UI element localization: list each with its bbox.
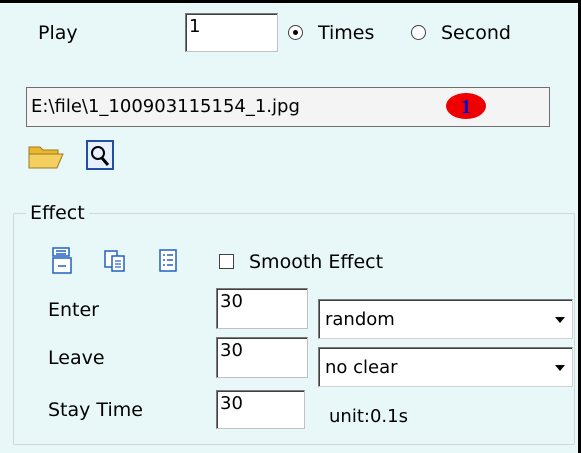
play-label: Play [38,22,78,44]
smooth-effect-checkbox[interactable] [219,254,234,269]
times-radio-dot [293,30,298,35]
times-radio[interactable] [288,25,303,40]
second-label[interactable]: Second [441,22,511,44]
copy-effect-icon[interactable] [104,249,126,273]
stay-time-input[interactable]: 30 [216,390,305,429]
unit-label: unit:0.1s [329,406,408,427]
leave-effect-value: no clear [325,357,398,378]
play-count-input[interactable]: 1 [185,13,278,52]
effect-group-title: Effect [26,201,89,225]
list-effect-icon[interactable] [158,249,178,273]
preview-magnifier-icon[interactable] [86,140,114,170]
leave-effect-select[interactable]: no clear [318,347,573,387]
top-border [0,0,581,3]
enter-label: Enter [48,299,99,321]
enter-effect-value: random [325,309,395,330]
badge-number: 1 [461,96,471,118]
enter-effect-select[interactable]: random [318,299,573,339]
item-number-badge: 1 [446,93,486,119]
stay-time-label: Stay Time [48,399,143,421]
chevron-down-icon [555,365,565,371]
times-label[interactable]: Times [318,22,374,44]
enter-value-input[interactable]: 30 [216,288,308,329]
leave-label: Leave [48,347,105,369]
open-folder-icon[interactable] [28,142,64,170]
smooth-effect-label[interactable]: Smooth Effect [249,251,383,273]
chevron-down-icon [555,317,565,323]
paste-effect-icon[interactable] [51,247,73,275]
leave-value-input[interactable]: 30 [216,337,308,378]
second-radio[interactable] [411,25,426,40]
